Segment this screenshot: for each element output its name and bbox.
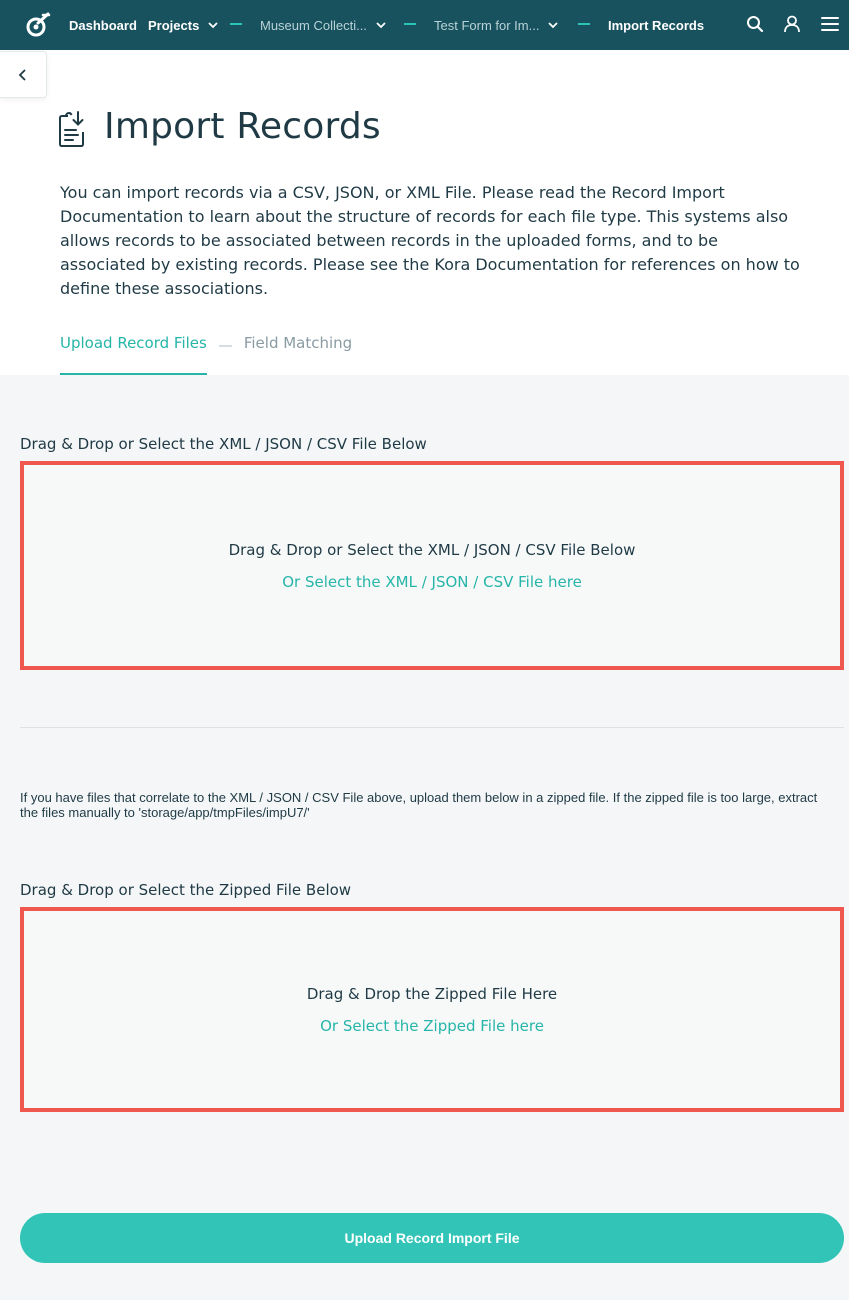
- nav-project[interactable]: Museum Collecti...: [260, 0, 387, 50]
- back-button[interactable]: [0, 51, 47, 98]
- record-file-dropzone-text: Drag & Drop or Select the XML / JSON / C…: [228, 540, 636, 559]
- tab-bar: Upload Record Files Field Matching: [60, 334, 352, 375]
- record-file-select-link[interactable]: Or Select the XML / JSON / CSV File here: [282, 573, 582, 591]
- nav-project-label: Museum Collecti...: [260, 17, 367, 33]
- nav-projects-label: Projects: [148, 17, 200, 33]
- nav-form-label: Test Form for Im...: [434, 17, 540, 33]
- upload-record-import-button[interactable]: Upload Record Import File: [20, 1213, 844, 1263]
- record-file-label: Drag & Drop or Select the XML / JSON / C…: [20, 435, 427, 453]
- kora-logo-icon[interactable]: [24, 11, 52, 39]
- nav-form[interactable]: Test Form for Im...: [434, 0, 559, 50]
- page-description: You can import records via a CSV, JSON, …: [60, 183, 800, 298]
- nav-current-page[interactable]: Import Records: [608, 0, 704, 50]
- chevron-down-icon: [376, 22, 386, 29]
- zip-file-select-link[interactable]: Or Select the Zipped File here: [320, 1017, 544, 1035]
- zip-file-dropzone-text: Drag & Drop the Zipped File Here: [306, 984, 558, 1003]
- breadcrumb-separator: [404, 23, 416, 25]
- nav-dashboard[interactable]: Dashboard: [69, 0, 137, 50]
- top-navbar: Dashboard Projects Museum Collecti... Te…: [0, 0, 849, 50]
- breadcrumb-separator: [230, 23, 242, 25]
- chevron-left-icon: [18, 68, 26, 81]
- tab-separator: [218, 345, 232, 347]
- user-icon[interactable]: [782, 14, 802, 34]
- zip-file-dropzone[interactable]: Drag & Drop the Zipped File Here Or Sele…: [20, 907, 844, 1112]
- import-document-icon: [59, 111, 84, 147]
- nav-projects[interactable]: Projects: [148, 0, 219, 50]
- zip-file-label: Drag & Drop or Select the Zipped File Be…: [20, 881, 352, 899]
- menu-icon[interactable]: [820, 14, 840, 34]
- tab-upload-record-files[interactable]: Upload Record Files: [60, 334, 207, 375]
- record-file-dropzone[interactable]: Drag & Drop or Select the XML / JSON / C…: [20, 461, 844, 670]
- chevron-down-icon: [208, 22, 218, 29]
- search-icon[interactable]: [745, 14, 765, 34]
- page-title: Import Records: [104, 106, 381, 147]
- section-divider: [20, 727, 844, 728]
- tab-field-matching[interactable]: Field Matching: [244, 334, 352, 375]
- breadcrumb-separator: [578, 23, 590, 25]
- chevron-down-icon: [548, 22, 559, 29]
- zip-instructions: If you have files that correlate to the …: [20, 790, 818, 820]
